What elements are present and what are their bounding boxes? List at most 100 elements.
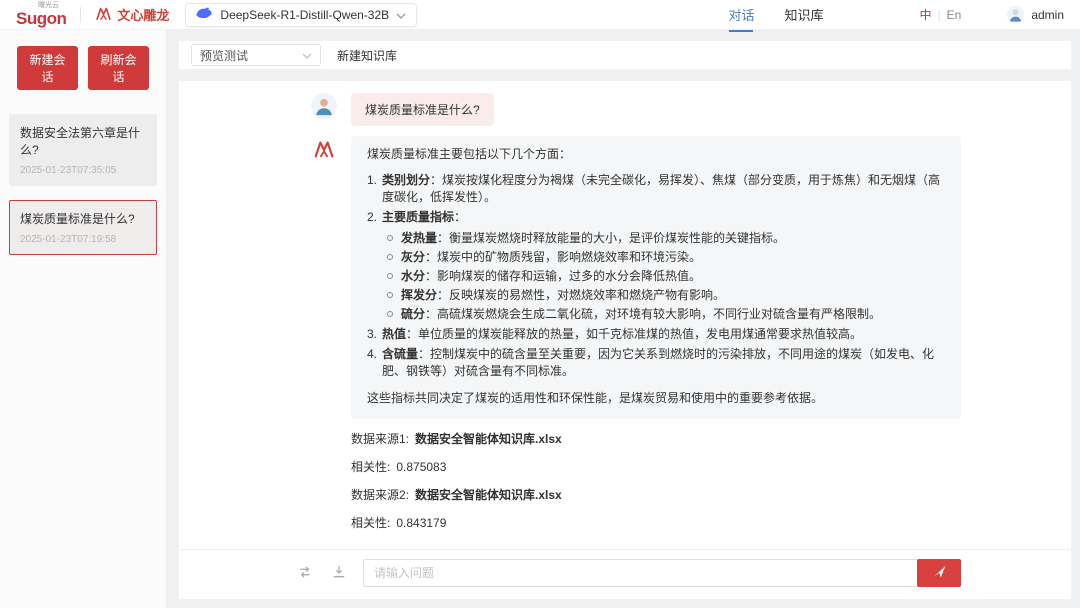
list-number: 1. bbox=[367, 173, 378, 187]
sugon-wordmark: Sugon bbox=[16, 9, 67, 28]
product-name: 文心雕龙 bbox=[117, 8, 170, 23]
sublist-term: 灰分 bbox=[401, 250, 426, 264]
circle-bullet-icon bbox=[387, 267, 401, 285]
relevance-value: 0.843179 bbox=[396, 516, 447, 530]
new-session-button[interactable]: 新建会话 bbox=[17, 46, 78, 90]
answer-sublist-item: 灰分：煤炭中的矿物质残留，影响燃烧效率和环境污染。 bbox=[387, 248, 945, 266]
wenxin-flame-icon bbox=[95, 5, 112, 25]
list-term: 含硫量 bbox=[382, 347, 419, 361]
model-selector[interactable]: DeepSeek-R1-Distill-Qwen-32B bbox=[185, 2, 418, 27]
source-filename: 数据安全智能体知识库.xlsx bbox=[415, 432, 562, 446]
language-switcher: 中 | En bbox=[919, 6, 961, 23]
paper-plane-icon bbox=[932, 564, 947, 582]
relevance-line: 相关性: 0.843179 bbox=[351, 516, 961, 531]
list-number: 3. bbox=[367, 327, 378, 341]
list-term: 类别划分 bbox=[382, 173, 431, 187]
answer-list-item: 3. 热值：单位质量的煤炭能释放的热量，如千克标准煤的热值，发电用煤通常要求热值… bbox=[367, 326, 945, 343]
sublist-desc: ：煤炭中的矿物质残留，影响燃烧效率和环境污染。 bbox=[425, 250, 702, 264]
sublist-term: 挥发分 bbox=[401, 288, 438, 302]
main-area: 预览测试 新建知识库 煤炭质量标准是什么? 煤炭质量标准主要包括以下几个方面： … bbox=[166, 30, 1080, 608]
composer bbox=[363, 559, 961, 587]
nav-tab-chat[interactable]: 对话 bbox=[728, 5, 754, 32]
model-name: DeepSeek-R1-Distill-Qwen-32B bbox=[220, 7, 390, 22]
relevance-label: 相关性: bbox=[351, 460, 391, 474]
sublist-term: 硫分 bbox=[401, 307, 426, 321]
circle-bullet-icon bbox=[387, 229, 401, 247]
source-line: 数据来源2: 数据安全智能体知识库.xlsx bbox=[351, 488, 961, 503]
answer-list-item: 4. 含硫量：控制煤炭中的硫含量至关重要，因为它关系到燃烧时的污染排放，不同用途… bbox=[367, 346, 945, 380]
top-header: 曙光云 Sugon 文心雕龙 DeepSeek-R1-Distill-Qwen-… bbox=[0, 0, 1080, 32]
user-message-bubble: 煤炭质量标准是什么? bbox=[351, 93, 494, 126]
history-item-selected[interactable]: 煤炭质量标准是什么? 2025-01-23T07:19:58 bbox=[9, 200, 157, 255]
list-term: 热值 bbox=[382, 327, 407, 341]
chevron-down-icon bbox=[302, 48, 312, 62]
list-desc: ：控制煤炭中的硫含量至关重要，因为它关系到燃烧时的污染排放，不同用途的煤炭（如发… bbox=[382, 347, 935, 378]
assistant-message-row: 煤炭质量标准主要包括以下几个方面： 1. 类别划分：煤炭按煤化程度分为褐煤（未完… bbox=[311, 136, 961, 419]
source-filename: 数据安全智能体知识库.xlsx bbox=[415, 488, 562, 502]
deepseek-whale-icon bbox=[196, 7, 213, 22]
sugon-cloud-label: 曙光云 bbox=[38, 2, 59, 9]
answer-list-item: 2. 主要质量指标： bbox=[367, 209, 945, 226]
history-title: 煤炭质量标准是什么? bbox=[20, 212, 135, 226]
user-message-row: 煤炭质量标准是什么? bbox=[311, 93, 961, 126]
chat-panel: 煤炭质量标准是什么? 煤炭质量标准主要包括以下几个方面： 1. 类别划分：煤炭按… bbox=[178, 80, 1072, 600]
list-desc: ： bbox=[454, 210, 467, 224]
sublist-desc: ：影响煤炭的储存和运输，过多的水分会降低热值。 bbox=[425, 269, 702, 283]
answer-intro: 煤炭质量标准主要包括以下几个方面： bbox=[367, 147, 572, 161]
question-input[interactable] bbox=[363, 559, 917, 587]
knowledge-base-bar: 预览测试 新建知识库 bbox=[178, 40, 1072, 70]
lang-en-button[interactable]: En bbox=[947, 8, 962, 22]
new-knowledge-base-button[interactable]: 新建知识库 bbox=[337, 47, 397, 64]
sublist-desc: ：高硫煤炭燃烧会生成二氧化硫，对环境有较大影响，不同行业对硫含量有严格限制。 bbox=[425, 307, 882, 321]
relevance-label: 相关性: bbox=[351, 516, 391, 530]
sugon-logo: 曙光云 Sugon bbox=[16, 2, 67, 28]
source-label: 数据来源1: bbox=[351, 432, 410, 446]
admin-avatar-icon bbox=[1007, 6, 1025, 23]
sublist-term: 发热量 bbox=[401, 231, 438, 245]
download-icon bbox=[331, 564, 347, 583]
chevron-down-icon bbox=[396, 8, 406, 22]
circle-bullet-icon bbox=[387, 286, 401, 304]
list-desc: ：单位质量的煤炭能释放的热量，如千克标准煤的热值，发电用煤通常要求热值较高。 bbox=[406, 327, 863, 341]
sublist-desc: ：反映煤炭的易燃性，对燃烧效率和燃烧产物有影响。 bbox=[437, 288, 726, 302]
refresh-session-button[interactable]: 刷新会话 bbox=[88, 46, 149, 90]
send-button[interactable] bbox=[917, 559, 961, 587]
answer-sublist: 发热量：衡量煤炭燃烧时释放能量的大小，是评价煤炭性能的关键指标。 灰分：煤炭中的… bbox=[387, 229, 945, 323]
source-list: 数据来源1: 数据安全智能体知识库.xlsx 相关性: 0.875083 数据来源2… bbox=[351, 432, 961, 539]
sidebar-buttons: 新建会话 刷新会话 bbox=[9, 46, 157, 90]
header-divider bbox=[80, 6, 82, 23]
source-label: 数据来源2: bbox=[351, 488, 410, 502]
assistant-message-bubble: 煤炭质量标准主要包括以下几个方面： 1. 类别划分：煤炭按煤化程度分为褐煤（未完… bbox=[351, 136, 961, 419]
history-item[interactable]: 数据安全法第六章是什么? 2025-01-23T07:35:05 bbox=[9, 114, 157, 186]
circle-bullet-icon bbox=[387, 248, 401, 266]
assistant-avatar-icon bbox=[311, 136, 337, 162]
list-number: 2. bbox=[367, 210, 378, 224]
username-label: admin bbox=[1031, 7, 1064, 22]
circle-bullet-icon bbox=[387, 305, 401, 323]
lang-zh-button[interactable]: 中 bbox=[919, 6, 931, 23]
answer-sublist-item: 发热量：衡量煤炭燃烧时释放能量的大小，是评价煤炭性能的关键指标。 bbox=[387, 229, 945, 247]
list-term: 主要质量指标 bbox=[382, 210, 455, 224]
user-avatar-icon bbox=[311, 93, 337, 119]
swap-arrows-icon bbox=[297, 564, 313, 583]
history-timestamp: 2025-01-23T07:19:58 bbox=[20, 234, 117, 245]
relevance-line: 相关性: 0.875083 bbox=[351, 460, 961, 475]
history-title: 数据安全法第六章是什么? bbox=[20, 126, 141, 157]
source-line: 数据来源1: 数据安全智能体知识库.xlsx bbox=[351, 432, 961, 447]
relevance-value: 0.875083 bbox=[396, 460, 447, 474]
answer-list-item: 1. 类别划分：煤炭按煤化程度分为褐煤（未完全碳化，易挥发）、焦煤（部分变质，用… bbox=[367, 172, 945, 206]
answer-sublist-item: 水分：影响煤炭的储存和运输，过多的水分会降低热值。 bbox=[387, 267, 945, 285]
message-list[interactable]: 煤炭质量标准是什么? 煤炭质量标准主要包括以下几个方面： 1. 类别划分：煤炭按… bbox=[179, 81, 1071, 539]
history-timestamp: 2025-01-23T07:35:05 bbox=[20, 165, 117, 176]
header-right: 对话 知识库 中 | En admin bbox=[728, 5, 1064, 32]
sublist-term: 水分 bbox=[401, 269, 426, 283]
answer-outro: 这些指标共同决定了煤炭的适用性和环保性能，是煤炭贸易和使用中的重要参考依据。 bbox=[367, 391, 824, 405]
knowledge-base-selector[interactable]: 预览测试 bbox=[191, 44, 321, 66]
answer-sublist-item: 挥发分：反映煤炭的易燃性，对燃烧效率和燃烧产物有影响。 bbox=[387, 286, 945, 304]
composer-bar bbox=[179, 549, 1071, 599]
clear-context-button[interactable] bbox=[295, 563, 315, 583]
nav-tab-knowledge-base[interactable]: 知识库 bbox=[784, 5, 823, 24]
session-sidebar: 新建会话 刷新会话 数据安全法第六章是什么? 2025-01-23T07:35:… bbox=[0, 30, 166, 608]
user-menu[interactable]: admin bbox=[1007, 6, 1064, 23]
export-chat-button[interactable] bbox=[329, 563, 349, 583]
